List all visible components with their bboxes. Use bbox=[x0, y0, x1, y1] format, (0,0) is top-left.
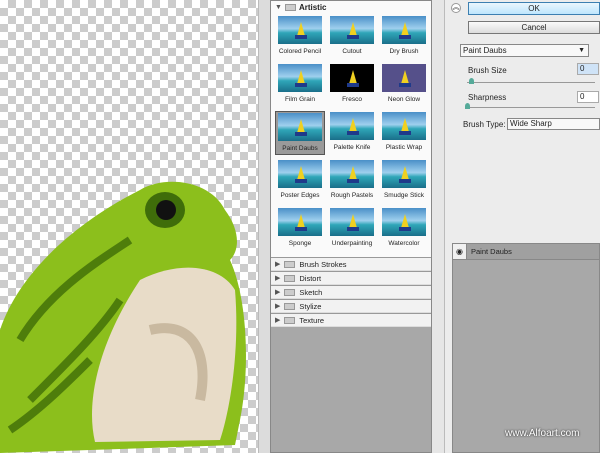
thumbnail-image bbox=[382, 64, 426, 92]
settings-panel: ︽ OK Cancel Paint Daubs ▼ Brush Size 0 Sh… bbox=[445, 0, 600, 453]
filter-select[interactable]: Paint Daubs ▼ bbox=[460, 44, 589, 57]
cancel-button[interactable]: Cancel bbox=[468, 21, 600, 34]
filter-gallery-panel: ▼ Artistic Colored Pencil Cutout Dry Brush… bbox=[270, 0, 432, 453]
folder-icon bbox=[284, 316, 296, 324]
filter-thumbnail[interactable]: Plastic Wrap bbox=[379, 111, 429, 155]
thumbnail-image bbox=[278, 208, 322, 236]
brush-size-slider-handle[interactable] bbox=[469, 78, 474, 84]
brush-size-input[interactable]: 0 bbox=[577, 63, 599, 75]
expand-triangle-icon: ▼ bbox=[275, 3, 282, 11]
category-row[interactable]: ▶ Sketch bbox=[271, 285, 431, 299]
filter-thumbnail[interactable]: Colored Pencil bbox=[275, 15, 325, 59]
category-artistic[interactable]: ▼ Artistic bbox=[271, 1, 431, 13]
effect-layer-row[interactable]: ◉ Paint Daubs bbox=[453, 244, 599, 260]
double-chevron-up-icon[interactable]: ︽ bbox=[451, 3, 461, 13]
filter-thumbnail[interactable]: Sponge bbox=[275, 207, 325, 251]
filter-thumbnail[interactable]: Smudge Stick bbox=[379, 159, 429, 203]
thumbnail-label: Cutout bbox=[342, 48, 362, 55]
expand-triangle-icon: ▶ bbox=[275, 303, 281, 310]
splitter[interactable] bbox=[258, 0, 270, 453]
filter-thumbnail[interactable]: Film Grain bbox=[275, 63, 325, 107]
thumbnail-label: Rough Pastels bbox=[330, 192, 374, 199]
thumbnail-label: Neon Glow bbox=[387, 96, 421, 103]
expand-triangle-icon: ▶ bbox=[275, 289, 281, 296]
chevron-down-icon: ▼ bbox=[578, 47, 585, 54]
thumbnail-label: Plastic Wrap bbox=[385, 144, 423, 151]
thumbnail-image bbox=[278, 160, 322, 188]
folder-icon bbox=[284, 302, 296, 310]
folder-icon bbox=[284, 3, 296, 11]
thumbnail-label: Watercolor bbox=[388, 240, 420, 247]
category-row[interactable]: ▶ Distort bbox=[271, 271, 431, 285]
category-row[interactable]: ▶ Stylize bbox=[271, 299, 431, 313]
thumbnail-image bbox=[278, 64, 322, 92]
filter-thumbnail[interactable]: Watercolor bbox=[379, 207, 429, 251]
preview-canvas[interactable] bbox=[0, 0, 258, 453]
filter-thumbnail[interactable]: Palette Knife bbox=[327, 111, 377, 155]
filter-thumbnail[interactable]: Underpainting bbox=[327, 207, 377, 251]
brush-type-select[interactable]: Wide Sharp bbox=[507, 118, 600, 130]
sharpness-label: Sharpness bbox=[468, 93, 507, 102]
frog-image bbox=[0, 181, 246, 453]
thumbnail-label: Underpainting bbox=[331, 240, 373, 247]
thumbnail-image bbox=[278, 113, 322, 141]
expand-triangle-icon: ▶ bbox=[275, 317, 281, 324]
thumbnail-image bbox=[330, 112, 374, 140]
category-row[interactable]: ▶ Texture bbox=[271, 313, 431, 327]
filter-thumbnail[interactable]: Rough Pastels bbox=[327, 159, 377, 203]
brush-size-slider[interactable] bbox=[467, 82, 595, 83]
thumbnail-label: Film Grain bbox=[285, 96, 315, 103]
ok-button[interactable]: OK bbox=[468, 2, 600, 15]
thumbnail-image bbox=[382, 16, 426, 44]
thumbnail-label: Palette Knife bbox=[333, 144, 371, 151]
category-row[interactable]: ▶ Brush Strokes bbox=[271, 257, 431, 271]
thumbnail-label: Dry Brush bbox=[389, 48, 419, 55]
filter-thumbnail[interactable]: Cutout bbox=[327, 15, 377, 59]
watermark: www.Alfoart.com bbox=[505, 428, 580, 439]
filter-thumbnail[interactable]: Dry Brush bbox=[379, 15, 429, 59]
folder-icon bbox=[284, 274, 296, 282]
thumbnail-image bbox=[382, 112, 426, 140]
sharpness-input[interactable]: 0 bbox=[577, 91, 599, 103]
thumbnail-label: Smudge Stick bbox=[383, 192, 425, 199]
thumbnail-image bbox=[330, 160, 374, 188]
expand-triangle-icon: ▶ bbox=[275, 275, 281, 282]
eye-icon[interactable]: ◉ bbox=[453, 244, 467, 259]
thumbnail-image bbox=[382, 208, 426, 236]
thumbnail-label: Fresco bbox=[342, 96, 362, 103]
thumbnail-image bbox=[278, 16, 322, 44]
panel-divider bbox=[432, 0, 445, 453]
thumbnail-image bbox=[382, 160, 426, 188]
filter-thumbnail[interactable]: Poster Edges bbox=[275, 159, 325, 203]
sharpness-slider-handle[interactable] bbox=[465, 103, 470, 109]
effect-layers-list: ◉ Paint Daubs bbox=[452, 243, 600, 453]
thumbnail-label: Poster Edges bbox=[280, 192, 320, 199]
thumbnail-label: Colored Pencil bbox=[278, 48, 322, 55]
filter-thumbnail[interactable]: Fresco bbox=[327, 63, 377, 107]
expand-triangle-icon: ▶ bbox=[275, 261, 281, 268]
sharpness-slider[interactable] bbox=[467, 107, 595, 108]
thumbnail-label: Paint Daubs bbox=[282, 145, 318, 152]
thumbnail-image bbox=[330, 16, 374, 44]
thumbnail-label: Sponge bbox=[288, 240, 312, 247]
folder-icon bbox=[284, 260, 296, 268]
thumbnail-image bbox=[330, 64, 374, 92]
folder-icon bbox=[284, 288, 296, 296]
thumbnail-image bbox=[330, 208, 374, 236]
filter-thumbnail[interactable]: Paint Daubs bbox=[275, 111, 325, 155]
brush-size-label: Brush Size bbox=[468, 66, 507, 75]
brush-type-label: Brush Type: bbox=[463, 120, 506, 129]
filter-thumbnail[interactable]: Neon Glow bbox=[379, 63, 429, 107]
